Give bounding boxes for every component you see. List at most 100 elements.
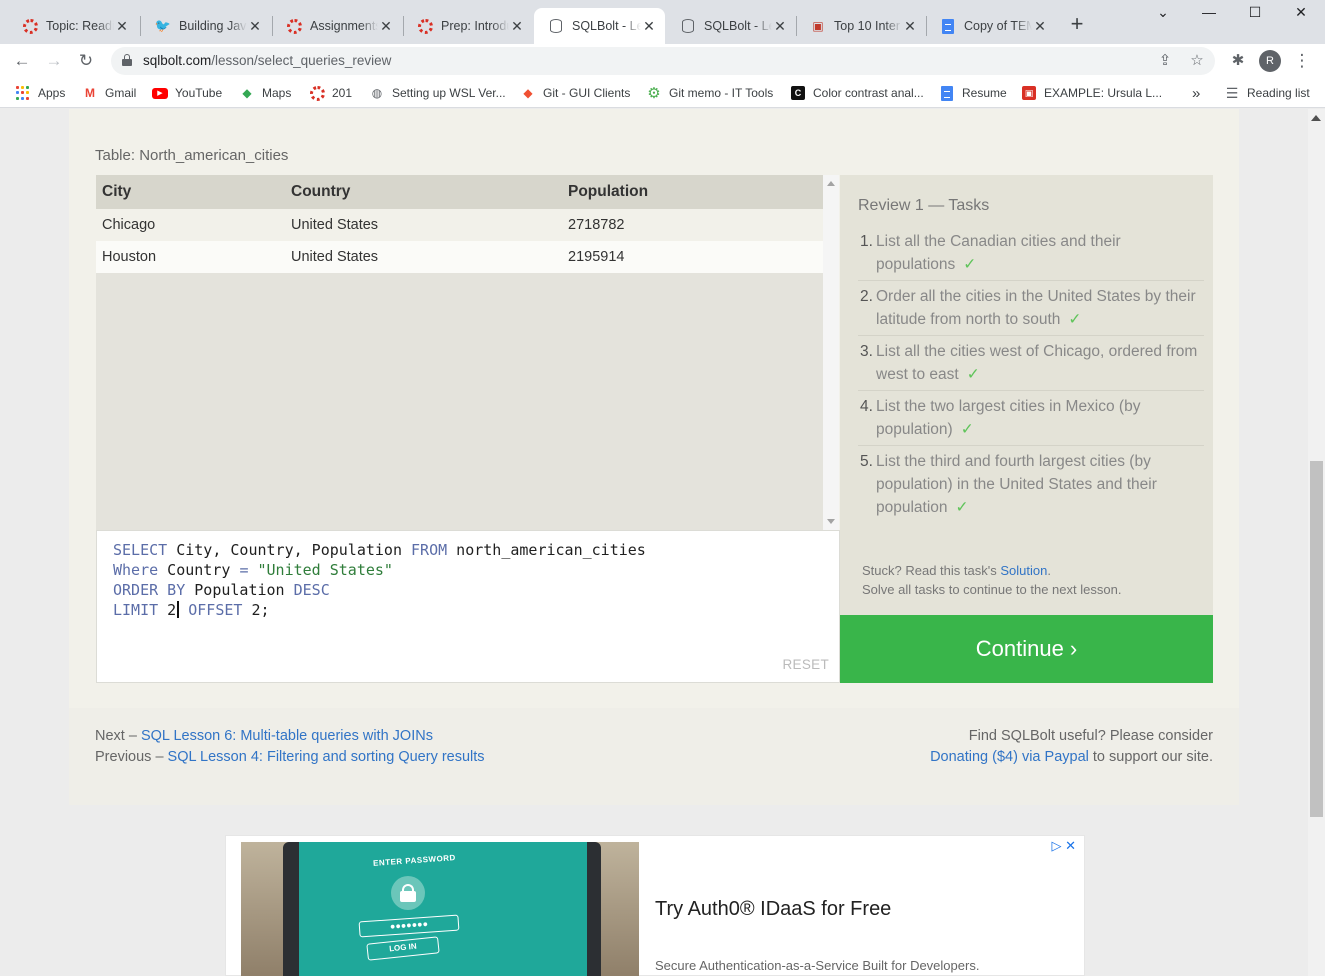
task-number: 3. [860,343,873,360]
results-scrollbar[interactable] [823,175,839,530]
bookmark-maps[interactable]: ◆ Maps [239,84,291,102]
scrollbar-thumb[interactable] [1310,461,1323,817]
bookmark-label: 201 [332,86,353,100]
stuck-hint: Stuck? Read this task's Solution. Solve … [862,561,1121,599]
sql-editor[interactable]: SELECT City, Country, Population FROM no… [96,530,840,683]
tasks-panel: Review 1 — Tasks 1. List all the Canadia… [840,175,1213,615]
url-text[interactable]: sqlbolt.com/lesson/select_queries_review [143,53,391,68]
previous-lesson-link[interactable]: SQL Lesson 4: Filtering and sorting Quer… [168,749,485,765]
browser-tab[interactable]: Topic: Readi ✕ [8,8,138,44]
browser-tab-active[interactable]: SQLBolt - Le ✕ [534,8,665,44]
bookmarks-bar: Apps M Gmail ▶ YouTube ◆ Maps 201 ◍ Sett… [0,78,1325,108]
maps-icon: ◆ [242,86,252,100]
tab-search-icon[interactable]: ⌄ [1140,4,1186,26]
bookmark-git-memo[interactable]: ⚙ Git memo - IT Tools [646,84,773,102]
task-list: 1. List all the Canadian cities and thei… [858,226,1204,523]
donate-message: Find SQLBolt useful? Please consider Don… [930,726,1213,768]
page-scrollbar[interactable] [1308,109,1325,976]
bookmark-apps[interactable]: Apps [15,84,65,102]
reload-icon[interactable]: ↻ [74,49,98,73]
table-cell: United States [291,249,379,265]
page-viewport: Table: North_american_cities City Countr… [0,109,1308,976]
checkmark-icon: ✓ [955,499,969,516]
lock-icon[interactable] [122,54,132,66]
extensions-puzzle-icon[interactable]: ✱ [1226,49,1250,73]
checkmark-icon: ✓ [1068,311,1082,328]
browser-tab[interactable]: Prep: Introdu ✕ [403,8,533,44]
checkmark-icon: ✓ [960,421,974,438]
tab-title: Prep: Introdu [441,19,509,33]
menu-kebab-icon[interactable]: ⋮ [1290,49,1314,73]
continue-button[interactable]: Continue › [840,615,1213,683]
close-tab-icon[interactable]: ✕ [509,18,525,34]
close-tab-icon[interactable]: ✕ [114,18,130,34]
task-text: List all the Canadian cities and their p… [876,233,1121,273]
scroll-up-arrow-icon[interactable] [1311,115,1321,121]
tab-title: SQLBolt - Le [572,19,641,33]
browser-tab[interactable]: 🐦 Building Java ✕ [141,8,271,44]
close-window-button[interactable]: ✕ [1278,4,1324,26]
close-tab-icon[interactable]: ✕ [1032,18,1048,34]
profile-avatar[interactable]: R [1259,50,1281,72]
advertisement[interactable]: ENTER PASSWORD ●●●●●●● LOG IN ▷ ✕ Try Au… [225,835,1085,976]
scroll-down-arrow-icon[interactable] [827,519,835,524]
bookmark-gmail[interactable]: M Gmail [82,84,136,102]
scroll-up-arrow-icon[interactable] [827,181,835,186]
ad-subtitle: Secure Authentication-as-a-Service Built… [655,958,980,973]
bookmarks-overflow-button[interactable]: » [1192,84,1200,102]
column-header: Population [568,183,649,200]
reset-button[interactable]: RESET [782,657,829,672]
table-row: Houston United States 2195914 [96,241,823,273]
donate-link[interactable]: Donating ($4) via Paypal [930,749,1089,765]
browser-tab[interactable]: Copy of TEM ✕ [926,8,1056,44]
reading-list-button[interactable]: ☰ Reading list [1224,84,1310,102]
sql-query-text[interactable]: SELECT City, Country, Population FROM no… [113,540,646,620]
task-item: 3. List all the cities west of Chicago, … [858,336,1204,391]
bookmark-label: Maps [262,86,292,100]
prev-prefix: Previous – [95,749,168,765]
bookmark-youtube[interactable]: ▶ YouTube [152,84,222,102]
bookmark-201[interactable]: 201 [309,84,352,102]
address-bar[interactable]: sqlbolt.com/lesson/select_queries_review… [111,47,1215,75]
share-icon[interactable]: ⇪ [1155,51,1175,71]
lesson-card: Table: North_american_cities City Countr… [69,109,1239,805]
bookmark-label: Resume [962,86,1007,100]
browser-tab[interactable]: ▣ Top 10 Inter ✕ [796,8,926,44]
next-lesson-link[interactable]: SQL Lesson 6: Multi-table queries with J… [141,728,433,744]
back-arrow-icon[interactable]: ← [10,49,34,73]
useful-text: Find SQLBolt useful? Please consider [968,728,1213,744]
browser-tab[interactable]: Assignments ✕ [272,8,402,44]
browser-tab[interactable]: SQLBolt - Le ✕ [666,8,796,44]
bookmark-star-icon[interactable]: ☆ [1187,51,1207,71]
ad-image[interactable]: ENTER PASSWORD ●●●●●●● LOG IN [241,842,639,976]
close-tab-icon[interactable]: ✕ [772,18,788,34]
close-tab-icon[interactable]: ✕ [641,18,657,34]
close-tab-icon[interactable]: ✕ [902,18,918,34]
bookmark-wsl[interactable]: ◍ Setting up WSL Ver... [369,84,506,102]
ad-title[interactable]: Try Auth0® IDaaS for Free [655,898,891,921]
minimize-button[interactable]: — [1186,4,1232,26]
solution-link[interactable]: Solution [1000,563,1047,578]
ad-choices-icon[interactable]: ▷ ✕ [1051,838,1076,854]
bookmark-label: Gmail [105,86,137,100]
bookmark-color-contrast[interactable]: C Color contrast anal... [790,84,924,102]
tab-title: SQLBolt - Le [704,19,772,33]
bookmark-example[interactable]: ▣ EXAMPLE: Ursula L... [1021,84,1162,102]
close-tab-icon[interactable]: ✕ [247,18,263,34]
new-tab-button[interactable]: + [1066,13,1088,36]
bookmark-label: YouTube [175,86,223,100]
forward-arrow-icon[interactable]: → [42,49,66,73]
youtube-icon: ▶ [152,85,168,101]
bookmark-git-gui[interactable]: ◆ Git - GUI Clients [520,84,630,102]
lesson-nav-links: Next – SQL Lesson 6: Multi-table queries… [95,726,485,768]
reading-list-label: Reading list [1247,86,1310,100]
bookmark-resume[interactable]: Resume [939,84,1007,102]
ring-icon [286,18,302,34]
close-tab-icon[interactable]: ✕ [378,18,394,34]
column-header: Country [291,183,351,200]
bookmark-label: Git - GUI Clients [543,86,631,100]
bookmark-label: Color contrast anal... [813,86,924,100]
maximize-button[interactable]: ☐ [1232,4,1278,26]
stuck-text: Stuck? Read this task's [862,563,1001,578]
ring-icon [417,18,433,34]
